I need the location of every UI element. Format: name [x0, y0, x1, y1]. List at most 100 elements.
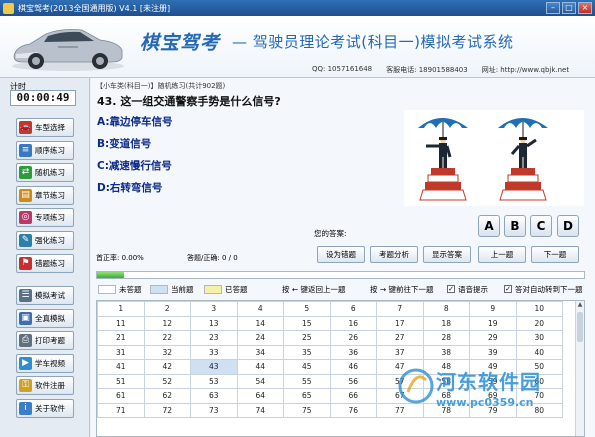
question-cell[interactable]: 66 — [329, 388, 377, 404]
question-cell[interactable]: 51 — [97, 373, 145, 389]
question-cell[interactable]: 79 — [469, 402, 517, 418]
question-cell[interactable]: 40 — [515, 344, 563, 360]
question-cell[interactable]: 73 — [190, 402, 238, 418]
question-cell[interactable]: 61 — [97, 388, 145, 404]
question-cell[interactable]: 39 — [469, 344, 517, 360]
question-cell[interactable]: 49 — [469, 359, 517, 375]
question-cell[interactable]: 30 — [515, 330, 563, 346]
practice-button-2[interactable]: ⇄ 随机练习 — [16, 163, 74, 183]
question-cell[interactable]: 74 — [236, 402, 284, 418]
answer-a-button[interactable]: A — [478, 215, 500, 237]
mark-wrong-button[interactable]: 设为错题 — [317, 246, 365, 263]
question-cell[interactable]: 44 — [236, 359, 284, 375]
question-cell[interactable]: 78 — [422, 402, 470, 418]
question-cell[interactable]: 32 — [143, 344, 191, 360]
question-cell[interactable]: 71 — [97, 402, 145, 418]
analysis-button[interactable]: 考题分析 — [370, 246, 418, 263]
question-cell[interactable]: 20 — [515, 315, 563, 331]
question-cell[interactable]: 3 — [190, 301, 238, 317]
question-cell[interactable]: 15 — [283, 315, 331, 331]
close-button[interactable]: × — [578, 2, 592, 14]
question-cell[interactable]: 1 — [97, 301, 145, 317]
question-cell[interactable]: 2 — [143, 301, 191, 317]
question-cell[interactable]: 75 — [283, 402, 331, 418]
question-cell[interactable]: 11 — [97, 315, 145, 331]
question-cell[interactable]: 47 — [376, 359, 424, 375]
tool-button-1[interactable]: ▣ 全真模拟 — [16, 308, 74, 328]
tool-button-5[interactable]: i 关于软件 — [16, 399, 74, 418]
question-cell[interactable]: 38 — [422, 344, 470, 360]
question-cell[interactable]: 50 — [515, 359, 563, 375]
question-cell[interactable]: 80 — [515, 402, 563, 418]
practice-button-0[interactable]: 🚗 车型选择 — [16, 118, 74, 137]
next-question-button[interactable]: 下一题 — [531, 246, 579, 263]
question-cell[interactable]: 63 — [190, 388, 238, 404]
question-cell[interactable]: 22 — [143, 330, 191, 346]
tool-button-4[interactable]: ⚿ 软件注册 — [16, 376, 74, 396]
question-cell[interactable]: 56 — [329, 373, 377, 389]
auto-next-checkbox[interactable]: ✓ — [504, 285, 512, 293]
option-c[interactable]: C:减速慢行信号 — [97, 158, 172, 173]
question-cell[interactable]: 41 — [97, 359, 145, 375]
scroll-thumb[interactable] — [577, 312, 583, 342]
question-cell[interactable]: 53 — [190, 373, 238, 389]
question-cell[interactable]: 57 — [376, 373, 424, 389]
tool-button-0[interactable]: ☰ 模拟考试 — [16, 286, 74, 305]
answer-d-button[interactable]: D — [557, 215, 579, 237]
question-cell[interactable]: 28 — [422, 330, 470, 346]
option-b[interactable]: B:变道信号 — [97, 136, 151, 151]
question-cell[interactable]: 46 — [329, 359, 377, 375]
question-cell[interactable]: 70 — [515, 388, 563, 404]
question-cell[interactable]: 60 — [515, 373, 563, 389]
practice-button-1[interactable]: ≡ 顺序练习 — [16, 140, 74, 160]
question-cell[interactable]: 72 — [143, 402, 191, 418]
option-d[interactable]: D:右转弯信号 — [97, 180, 162, 195]
question-cell[interactable]: 27 — [376, 330, 424, 346]
previous-question-button[interactable]: 上一题 — [478, 246, 526, 263]
practice-button-4[interactable]: ◎ 专项练习 — [16, 208, 74, 228]
maximize-button[interactable]: □ — [562, 2, 576, 14]
practice-button-6[interactable]: ⚑ 错题练习 — [16, 253, 74, 273]
question-cell[interactable]: 55 — [283, 373, 331, 389]
question-cell[interactable]: 21 — [97, 330, 145, 346]
question-cell[interactable]: 54 — [236, 373, 284, 389]
question-cell[interactable]: 36 — [329, 344, 377, 360]
minimize-button[interactable]: – — [546, 2, 560, 14]
question-cell[interactable]: 42 — [143, 359, 191, 375]
question-cell[interactable]: 13 — [190, 315, 238, 331]
option-a[interactable]: A:靠边停车信号 — [97, 114, 173, 129]
question-cell[interactable]: 37 — [376, 344, 424, 360]
question-cell[interactable]: 43 — [190, 359, 238, 375]
practice-button-3[interactable]: ▤ 章节练习 — [16, 185, 74, 205]
question-cell[interactable]: 29 — [469, 330, 517, 346]
question-cell[interactable]: 58 — [422, 373, 470, 389]
question-cell[interactable]: 33 — [190, 344, 238, 360]
question-cell[interactable]: 48 — [422, 359, 470, 375]
question-cell[interactable]: 64 — [236, 388, 284, 404]
question-cell[interactable]: 31 — [97, 344, 145, 360]
tool-button-2[interactable]: ⎙ 打印考题 — [16, 331, 74, 351]
question-cell[interactable]: 62 — [143, 388, 191, 404]
answer-c-button[interactable]: C — [530, 215, 552, 237]
question-cell[interactable]: 59 — [469, 373, 517, 389]
question-cell[interactable]: 34 — [236, 344, 284, 360]
question-cell[interactable]: 9 — [469, 301, 517, 317]
question-cell[interactable]: 14 — [236, 315, 284, 331]
question-cell[interactable]: 5 — [283, 301, 331, 317]
question-cell[interactable]: 10 — [515, 301, 563, 317]
tool-button-3[interactable]: ▶ 学车视频 — [16, 353, 74, 373]
question-cell[interactable]: 26 — [329, 330, 377, 346]
question-cell[interactable]: 69 — [469, 388, 517, 404]
question-cell[interactable]: 23 — [190, 330, 238, 346]
question-cell[interactable]: 4 — [236, 301, 284, 317]
question-cell[interactable]: 12 — [143, 315, 191, 331]
question-cell[interactable]: 6 — [329, 301, 377, 317]
question-cell[interactable]: 35 — [283, 344, 331, 360]
question-cell[interactable]: 7 — [376, 301, 424, 317]
practice-button-5[interactable]: ✎ 强化练习 — [16, 231, 74, 250]
scroll-up-icon[interactable]: ▲ — [576, 301, 584, 310]
answer-b-button[interactable]: B — [504, 215, 526, 237]
show-answer-button[interactable]: 显示答案 — [423, 246, 471, 263]
question-cell[interactable]: 16 — [329, 315, 377, 331]
question-cell[interactable]: 18 — [422, 315, 470, 331]
